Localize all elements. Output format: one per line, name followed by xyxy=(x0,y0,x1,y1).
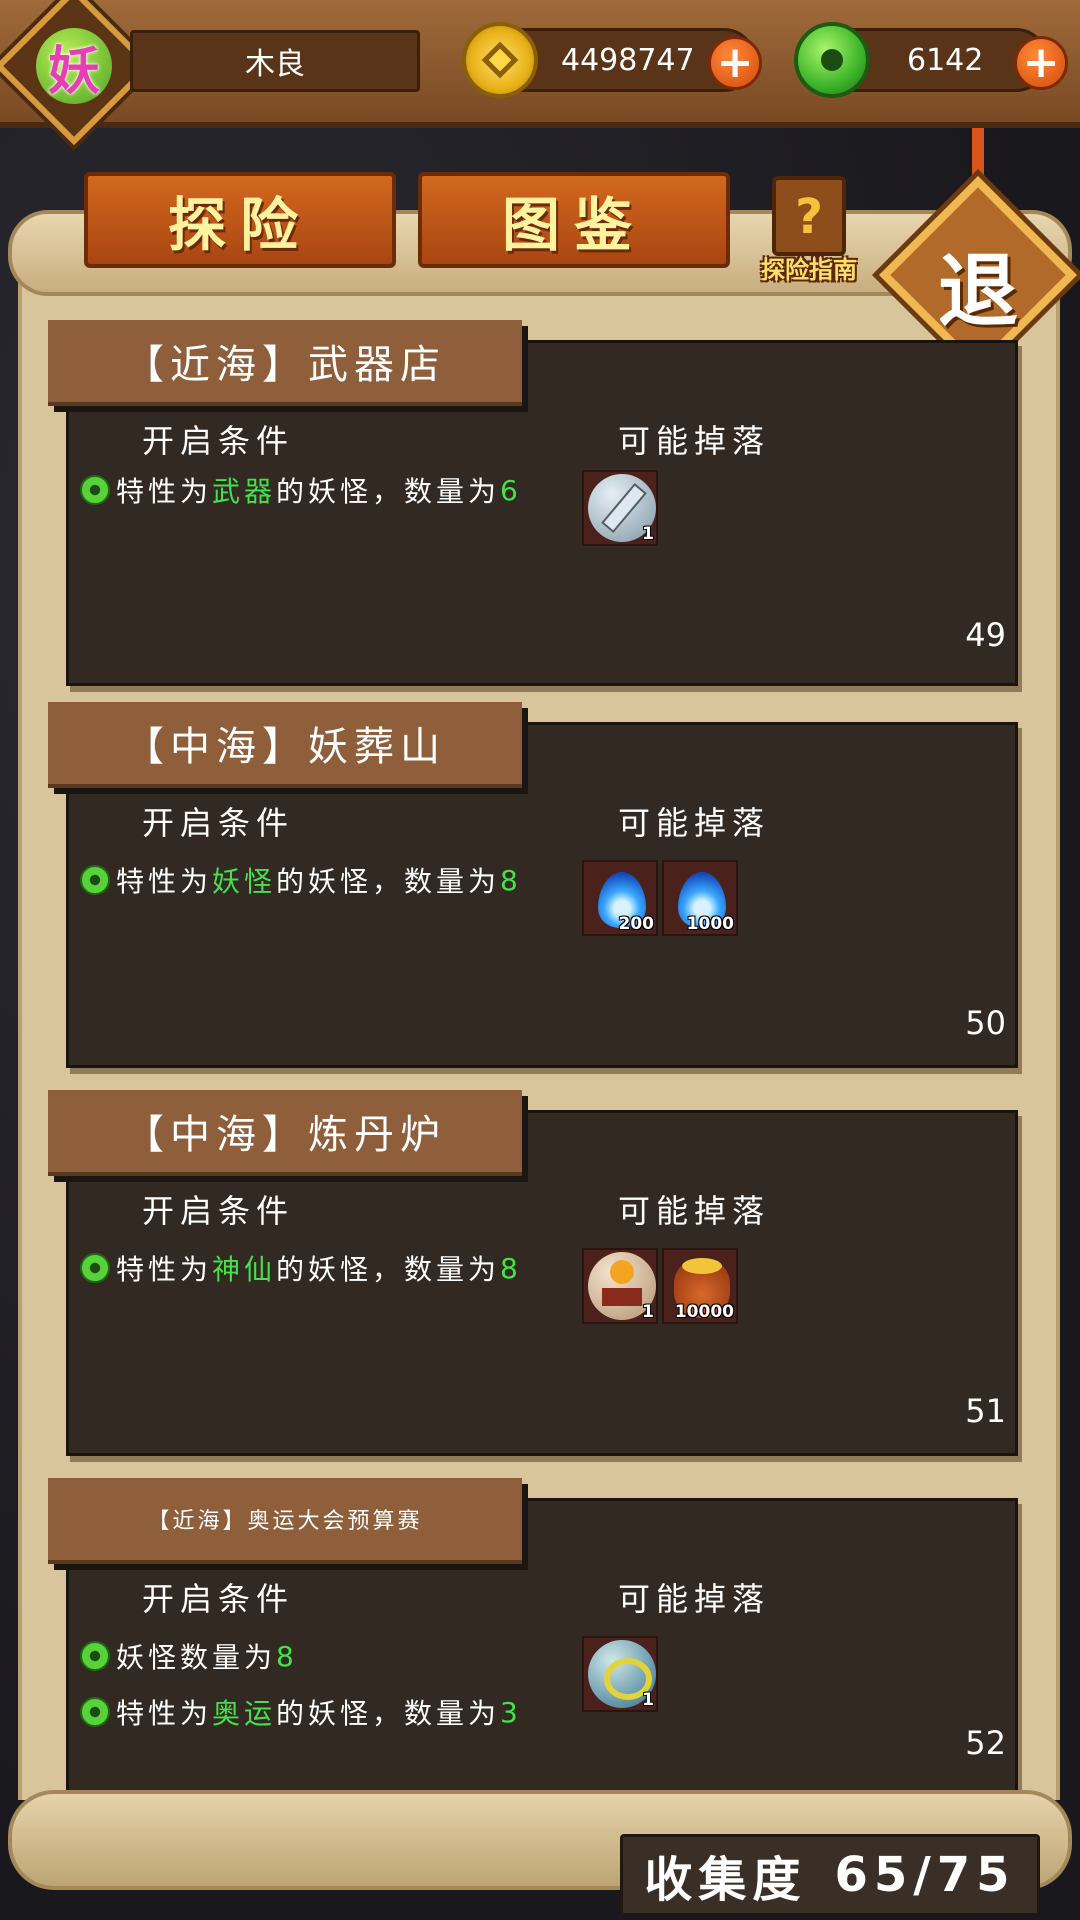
condition-row: 妖怪数量为 8 xyxy=(80,1636,298,1676)
condition-count: 6 xyxy=(500,473,522,507)
tab-explore[interactable]: 探险 xyxy=(84,172,396,268)
drop-list: 200 1000 xyxy=(582,860,738,936)
avatar[interactable]: 妖 xyxy=(36,28,112,104)
area-number: 52 xyxy=(965,1724,1006,1762)
drop-list: 1 10000 xyxy=(582,1248,738,1324)
guide-book-icon: ? xyxy=(772,176,846,256)
condition-text: 特性为 xyxy=(116,475,213,508)
drop-item[interactable]: 1 xyxy=(582,1636,658,1712)
drop-quantity: 1000 xyxy=(686,914,734,934)
condition-text: 妖怪数量为 xyxy=(116,1641,277,1674)
condition-count: 8 xyxy=(276,1639,298,1673)
jade-bullet-icon xyxy=(80,1697,110,1727)
area-card[interactable]: 【近海】奥运大会预算赛 开启条件 可能掉落 妖怪数量为 8 特性为 奥运 的妖怪，数量… xyxy=(48,1478,1018,1808)
card-title: 【近海】奥运大会预算赛 xyxy=(48,1478,522,1564)
player-name: 木良 xyxy=(130,30,420,92)
drop-list: 1 xyxy=(582,470,658,546)
condition-row: 特性为 奥运 的妖怪，数量为 3 xyxy=(80,1692,522,1732)
coin-icon xyxy=(462,22,538,98)
card-title: 【中海】妖葬山 xyxy=(48,702,522,788)
area-card[interactable]: 【中海】炼丹炉 开启条件 可能掉落 特性为 神仙 的妖怪，数量为 8 1 10000 … xyxy=(48,1090,1018,1460)
drop-item[interactable]: 10000 xyxy=(662,1248,738,1324)
condition-text: 的妖怪，数量为 xyxy=(276,1697,501,1730)
drop-list: 1 xyxy=(582,1636,658,1712)
collection-progress: 收集度 65/75 xyxy=(620,1834,1040,1916)
drop-quantity: 10000 xyxy=(674,1302,734,1322)
explore-guide-button[interactable]: ? 探险指南 xyxy=(746,176,872,286)
drop-item[interactable]: 1000 xyxy=(662,860,738,936)
condition-trait: 妖怪 xyxy=(212,865,277,898)
possible-drops-label: 可能掉落 xyxy=(618,804,771,842)
condition-text: 的妖怪，数量为 xyxy=(276,865,501,898)
condition-row: 特性为 妖怪 的妖怪，数量为 8 xyxy=(80,860,522,900)
add-coins-button[interactable]: + xyxy=(708,36,762,90)
condition-count: 8 xyxy=(500,1251,522,1285)
collection-value: 65/75 xyxy=(834,1847,1016,1903)
condition-trait: 武器 xyxy=(212,475,277,508)
condition-row: 特性为 武器 的妖怪，数量为 6 xyxy=(80,470,522,510)
avatar-glyph: 妖 xyxy=(47,41,100,102)
drop-quantity: 1 xyxy=(642,1302,654,1322)
condition-trait: 奥运 xyxy=(212,1697,277,1730)
possible-drops-label: 可能掉落 xyxy=(618,1192,771,1230)
condition-text: 特性为 xyxy=(116,1253,213,1286)
jade-icon xyxy=(794,22,870,98)
condition-count: 8 xyxy=(500,863,522,897)
open-condition-label: 开启条件 xyxy=(142,1580,295,1618)
card-title: 【中海】炼丹炉 xyxy=(48,1090,522,1176)
jade-bullet-icon xyxy=(80,1253,110,1283)
add-jade-button[interactable]: + xyxy=(1014,36,1068,90)
area-number: 51 xyxy=(965,1392,1006,1430)
area-card[interactable]: 【中海】妖葬山 开启条件 可能掉落 特性为 妖怪 的妖怪，数量为 8 200 1000… xyxy=(48,702,1018,1072)
possible-drops-label: 可能掉落 xyxy=(618,1580,771,1618)
condition-text: 特性为 xyxy=(116,1697,213,1730)
condition-text: 特性为 xyxy=(116,865,213,898)
card-title: 【近海】武器店 xyxy=(48,320,522,406)
jade-amount: 6142 xyxy=(907,42,984,78)
condition-trait: 神仙 xyxy=(212,1253,277,1286)
area-card[interactable]: 【近海】武器店 开启条件 可能掉落 特性为 武器 的妖怪，数量为 6 1 49 xyxy=(48,320,1018,690)
drop-item[interactable]: 200 xyxy=(582,860,658,936)
open-condition-label: 开启条件 xyxy=(142,1192,295,1230)
condition-count: 3 xyxy=(500,1695,522,1729)
condition-text: 的妖怪，数量为 xyxy=(276,475,501,508)
drop-quantity: 1 xyxy=(642,524,654,544)
area-number: 50 xyxy=(965,1004,1006,1042)
collection-label: 收集度 xyxy=(644,1852,807,1908)
condition-text: 的妖怪，数量为 xyxy=(276,1253,501,1286)
guide-label: 探险指南 xyxy=(761,256,857,284)
drop-item[interactable]: 1 xyxy=(582,1248,658,1324)
jade-bullet-icon xyxy=(80,1641,110,1671)
drop-quantity: 1 xyxy=(642,1690,654,1710)
area-number: 49 xyxy=(965,616,1006,654)
drop-quantity: 200 xyxy=(618,914,655,934)
condition-row: 特性为 神仙 的妖怪，数量为 8 xyxy=(80,1248,522,1288)
open-condition-label: 开启条件 xyxy=(142,804,295,842)
coin-amount: 4498747 xyxy=(561,42,695,78)
drop-item[interactable]: 1 xyxy=(582,470,658,546)
jade-bullet-icon xyxy=(80,475,110,505)
tab-collection[interactable]: 图鉴 xyxy=(418,172,730,268)
jade-bullet-icon xyxy=(80,865,110,895)
open-condition-label: 开启条件 xyxy=(142,422,295,460)
possible-drops-label: 可能掉落 xyxy=(618,422,771,460)
